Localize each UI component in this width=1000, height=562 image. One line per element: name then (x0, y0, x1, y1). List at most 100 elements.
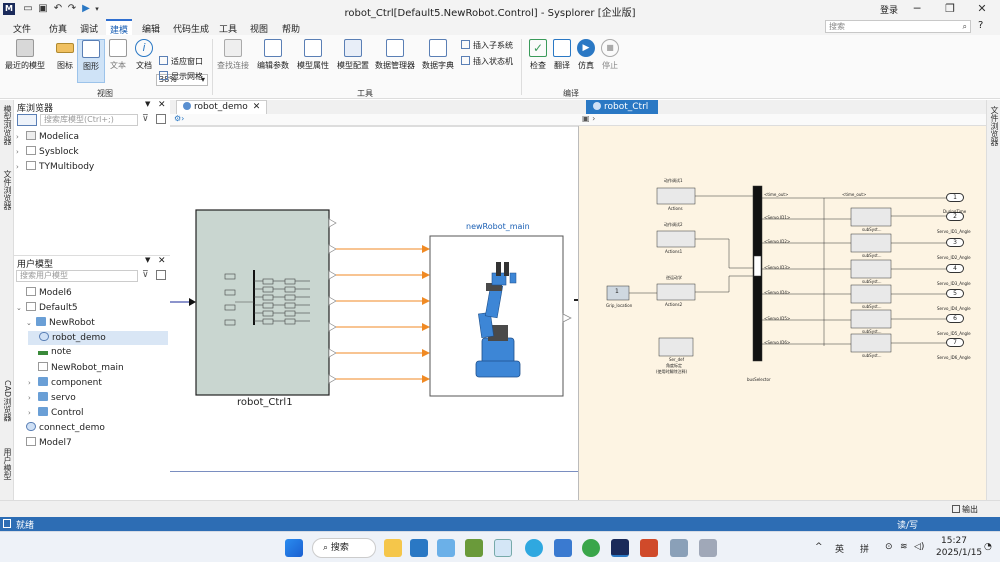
another-app-icon[interactable] (699, 539, 717, 557)
library-item-modelica[interactable]: › Modelica (16, 131, 79, 142)
menu-edit[interactable]: 编辑 (138, 21, 164, 36)
out-port-7[interactable]: 7 (946, 338, 964, 347)
library-item-sysblock[interactable]: › Sysblock (16, 146, 79, 157)
doc-view-button[interactable]: i 文档 (130, 39, 158, 71)
login-link[interactable]: 登录 (880, 3, 898, 16)
tree-item-note[interactable]: note (16, 347, 71, 357)
edge-icon[interactable] (525, 539, 543, 557)
maximize-button[interactable]: ❐ (938, 1, 962, 17)
model-browser-tab[interactable]: 模型浏览器 (2, 105, 13, 145)
edit-params-button[interactable]: 编辑参数 (255, 39, 291, 71)
weather-icon[interactable] (437, 539, 455, 557)
search-input[interactable]: 搜索 ⌕ (825, 20, 971, 33)
text-view-button[interactable]: 文本 (104, 39, 132, 71)
clock-time[interactable]: 15:27 (941, 536, 967, 546)
tab-robot-ctrl[interactable]: robot_Ctrl (586, 100, 658, 114)
tree-item-newrobot-main[interactable]: NewRobot_main (16, 362, 124, 373)
menu-tools[interactable]: 工具 (215, 21, 241, 36)
library-view-toggle[interactable] (17, 114, 37, 126)
data-dict-button[interactable]: 数据字典 (420, 39, 456, 71)
collapse-icon[interactable] (156, 114, 166, 124)
breadcrumb-icon[interactable]: ⚙› (174, 114, 184, 123)
folder-icon[interactable]: ▭ (22, 3, 34, 15)
diagram-view-button[interactable]: 图形 (77, 39, 105, 83)
user-panel-close-icon[interactable]: ✕ (158, 256, 166, 266)
tree-item-robot-demo[interactable]: robot_demo (28, 331, 168, 345)
tree-item-component[interactable]: › component (16, 377, 102, 388)
tree-item-servo[interactable]: › servo (16, 392, 76, 403)
menu-view[interactable]: 视图 (246, 21, 272, 36)
out-port-6[interactable]: 6 (946, 314, 964, 323)
insert-statemachine-button[interactable]: 插入状态机 (461, 56, 513, 67)
tree-item-model7[interactable]: Model7 (16, 437, 72, 448)
powerpoint-icon[interactable] (640, 539, 658, 557)
model-config-button[interactable]: 模型配置 (335, 39, 371, 71)
tree-item-control[interactable]: › Control (16, 407, 84, 418)
tree-item-connect-demo[interactable]: connect_demo (16, 422, 105, 433)
tab-robot-demo[interactable]: robot_demo ✕ (176, 100, 268, 114)
file-browser-tab[interactable]: 文件浏览器 (2, 170, 13, 210)
model-props-button[interactable]: 模型属性 (295, 39, 331, 71)
output-button[interactable]: 输出 (952, 504, 978, 515)
menu-debug[interactable]: 调试 (76, 21, 102, 36)
ime-indicator[interactable]: 拼 (860, 542, 869, 555)
user-collapse-icon[interactable] (156, 270, 166, 280)
menu-help[interactable]: 帮助 (278, 21, 304, 36)
tray-chevron-icon[interactable]: ^ (815, 542, 823, 552)
menu-simulation[interactable]: 仿真 (45, 21, 71, 36)
diagram-canvas-robot-demo[interactable]: robot_Ctrl1 newRobot_main (170, 126, 578, 500)
file-explorer-icon[interactable] (384, 539, 402, 557)
tray-icon[interactable]: ⊙ (885, 542, 893, 552)
cad-browser-tab[interactable]: CAD浏览器 (2, 380, 13, 421)
panel-menu-icon[interactable]: ▼ (145, 100, 150, 108)
undo-icon[interactable]: ↶ (52, 3, 64, 15)
wechat-icon[interactable] (582, 539, 600, 557)
data-manager-button[interactable]: 数据管理器 (374, 39, 416, 71)
out-port-1[interactable]: 1 (946, 193, 964, 202)
volume-icon[interactable]: ◁) (914, 542, 924, 552)
wifi-icon[interactable]: ≋ (900, 542, 908, 552)
out-port-3[interactable]: 3 (946, 238, 964, 247)
notepad-icon[interactable] (554, 539, 572, 557)
quick-access-dropdown-icon[interactable]: ▾ (91, 3, 103, 15)
right-file-browser-tab[interactable]: 文件浏览器 (989, 106, 1000, 146)
icon-view-button[interactable]: 图标 (51, 39, 79, 71)
help-icon[interactable]: ? (978, 20, 983, 31)
breadcrumb-icon[interactable]: ▣ › (582, 114, 595, 123)
tree-item-default5[interactable]: ⌄ Default5 (16, 302, 78, 313)
redo-icon[interactable]: ↷ (66, 3, 78, 15)
insert-subsystem-button[interactable]: 插入子系统 (461, 40, 513, 51)
tool-icon[interactable] (670, 539, 688, 557)
out-port-5[interactable]: 5 (946, 289, 964, 298)
recent-models-button[interactable]: 最近的模型 (4, 39, 46, 71)
sysplorer-icon[interactable] (611, 539, 629, 557)
windows-start-icon[interactable] (285, 539, 303, 557)
filter-icon[interactable]: ⊽ (142, 114, 149, 124)
tab-close-icon[interactable]: ✕ (253, 102, 261, 112)
stop-button[interactable]: ■ 停止 (596, 39, 624, 71)
user-filter-icon[interactable]: ⊽ (142, 270, 149, 280)
store-icon[interactable] (410, 539, 428, 557)
user-model-tab[interactable]: 用户模型 (2, 448, 13, 480)
lang-indicator[interactable]: 英 (835, 542, 844, 555)
app-icon[interactable] (494, 539, 512, 557)
user-model-search-input[interactable]: 搜索用户模型 (16, 270, 138, 282)
diagram-canvas-robot-ctrl[interactable]: 动作调试1 Actions 动作调试2 Actions1 逆运动学 Action… (578, 126, 986, 500)
photos-icon[interactable] (465, 539, 483, 557)
user-panel-menu-icon[interactable]: ▼ (145, 256, 150, 264)
close-button[interactable]: ✕ (970, 1, 994, 17)
fit-window-button[interactable]: 适应窗口 (159, 56, 203, 67)
library-search-input[interactable]: 搜索库模型(Ctrl+;) (40, 114, 138, 126)
show-grid-button[interactable]: 显示网格 (159, 71, 203, 82)
find-connection-button[interactable]: 查找连接 (216, 39, 250, 71)
out-port-4[interactable]: 4 (946, 264, 964, 273)
close-panel-icon[interactable]: ✕ (158, 100, 166, 110)
save-icon[interactable]: ▣ (37, 3, 49, 15)
notification-icon[interactable]: ◔ (984, 542, 992, 552)
clock-date[interactable]: 2025/1/15 (936, 548, 982, 558)
minimize-button[interactable]: ─ (905, 1, 929, 17)
tree-item-newrobot[interactable]: ⌄ NewRobot (26, 317, 95, 328)
menu-file[interactable]: 文件 (9, 21, 35, 36)
library-item-tymultibody[interactable]: › TYMultibody (16, 161, 94, 172)
menu-codegen[interactable]: 代码生成 (169, 21, 213, 36)
